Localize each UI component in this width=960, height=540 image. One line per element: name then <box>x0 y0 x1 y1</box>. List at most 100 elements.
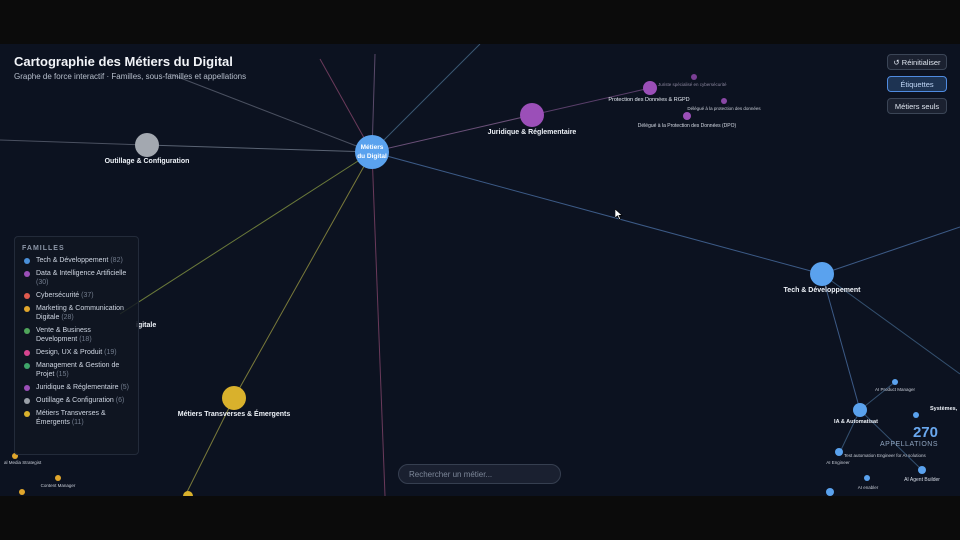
legend-item-label: Outillage & Configuration <box>36 397 114 404</box>
legend-item-label: Tech & Développement <box>36 257 109 264</box>
legend-color-dot-icon <box>24 306 30 312</box>
legend-item[interactable]: Data & Intelligence Artificielle (30) <box>22 269 131 287</box>
search-input[interactable] <box>398 464 561 484</box>
legend-item-label: Marketing & Communication Digitale <box>36 305 124 321</box>
legend-item-count: (37) <box>81 292 94 299</box>
legend-item[interactable]: Design, UX & Produit (19) <box>22 348 131 357</box>
legend-color-dot-icon <box>24 350 30 356</box>
node-dpo[interactable] <box>683 112 691 120</box>
legend-item-count: (5) <box>120 384 130 391</box>
node-transverses[interactable] <box>222 386 246 410</box>
legend-color-dot-icon <box>24 258 30 264</box>
node-tech[interactable] <box>810 262 834 286</box>
node-rgpd[interactable] <box>643 81 657 95</box>
legend-color-dot-icon <box>24 398 30 404</box>
label-ai-enabler: AI enabler <box>858 485 879 490</box>
page-title: Cartographie des Métiers du Digital <box>14 54 233 69</box>
graph-canvas[interactable]: Juriste spécialisé en cybersécurité Prot… <box>0 44 960 496</box>
legend-item-label: Juridique & Réglementaire <box>36 384 119 391</box>
legend-item-label: Management & Gestion de Projet <box>36 362 120 378</box>
header: Cartographie des Métiers du Digital Grap… <box>14 54 246 81</box>
node-marketing-small[interactable] <box>19 489 25 495</box>
link-design <box>371 151 386 496</box>
label-rgpd: Protection des Données & RGPD <box>608 97 689 103</box>
node-ai-bottom[interactable] <box>826 488 834 496</box>
legend-color-dot-icon <box>24 385 30 391</box>
link-tech-ia <box>821 273 861 411</box>
counter-value: 270 <box>912 424 938 441</box>
legend-item-label: Métiers Transverses & Émergents <box>36 410 106 426</box>
legend-item-count: (6) <box>115 397 125 404</box>
legend-item[interactable]: Marketing & Communication Digitale (28) <box>22 304 131 322</box>
link-tech <box>371 151 823 275</box>
page-subtitle: Graphe de force interactif · Familles, s… <box>14 72 247 81</box>
force-graph[interactable]: Juriste spécialisé en cybersécurité Prot… <box>0 44 960 496</box>
label-ai-agent-builder: AI Agent Builder <box>904 477 940 483</box>
label-social-media: al Media Strategist <box>4 460 42 465</box>
node-dpo-alt[interactable] <box>721 98 727 104</box>
legend-color-dot-icon <box>24 271 30 277</box>
legend-item-text: Data & Intelligence Artificielle (30) <box>36 269 131 287</box>
counter-label: APPELLATIONS <box>879 441 938 448</box>
legend-title: FAMILLES <box>22 245 65 252</box>
legend-item-label: Data & Intelligence Artificielle <box>36 270 127 277</box>
legend-item-count: (19) <box>104 349 117 356</box>
label-systems: Systèmes, <box>930 406 958 412</box>
legend-item-label: Cybersécurité <box>36 292 80 299</box>
link-top-far-left <box>169 73 373 153</box>
legend-item-text: Métiers Transverses & Émergents (11) <box>36 409 131 427</box>
label-juridique: Juridique & Réglementaire <box>488 129 577 136</box>
legend-item[interactable]: Management & Gestion de Projet (15) <box>22 361 131 379</box>
node-transverse-small[interactable] <box>183 491 193 496</box>
node-systems[interactable] <box>913 412 919 418</box>
legend-item-count: (15) <box>56 371 69 378</box>
legend-item[interactable]: Juridique & Réglementaire (5) <box>22 383 131 392</box>
label-transverses: Métiers Transverses & Émergents <box>178 409 291 418</box>
legend-item-count: (30) <box>36 279 49 286</box>
node-ai-enabler[interactable] <box>864 475 870 481</box>
node-center[interactable] <box>355 135 389 169</box>
legend-item-text: Tech & Développement (82) <box>36 256 123 265</box>
legend-item[interactable]: Vente & Business Development (18) <box>22 326 131 344</box>
label-ia-automatisation: IA & Automatisat <box>834 419 878 425</box>
legend-item-text: Juridique & Réglementaire (5) <box>36 383 129 392</box>
label-test-automation: Test automation Engineer for AI solution… <box>844 453 927 458</box>
center-label-line2: du Digital <box>357 153 387 160</box>
legend-item-text: Management & Gestion de Projet (15) <box>36 361 131 379</box>
families-legend: FAMILLES Tech & Développement (82) Data &… <box>14 236 139 455</box>
legend-item-label: Design, UX & Produit <box>36 349 103 356</box>
node-cyber-jurist[interactable] <box>691 74 697 80</box>
link-top-right <box>371 44 481 153</box>
reset-button[interactable]: ↺ Réinitialiser <box>887 54 947 70</box>
labels-toggle-button[interactable]: Étiquettes <box>887 76 947 92</box>
appellations-counter: 270 APPELLATIONS <box>880 424 938 448</box>
link-outillage <box>146 144 373 153</box>
legend-color-dot-icon <box>24 293 30 299</box>
legend-item[interactable]: Cybersécurité (37) <box>22 291 131 300</box>
node-juridique[interactable] <box>520 103 544 127</box>
label-outillage: Outillage & Configuration <box>105 158 190 165</box>
legend-color-dot-icon <box>24 328 30 334</box>
jobs-only-button[interactable]: Métiers seuls <box>887 98 947 114</box>
legend-color-dot-icon <box>24 411 30 417</box>
node-content-manager[interactable] <box>55 475 61 481</box>
node-ai-pm[interactable] <box>892 379 898 385</box>
legend-item-count: (18) <box>79 336 92 343</box>
link-marketing <box>119 151 373 315</box>
node-ai-engineer[interactable] <box>835 448 843 456</box>
legend-item[interactable]: Outillage & Configuration (6) <box>22 396 131 405</box>
label-marketing-partial: igitale <box>136 322 156 329</box>
node-outillage[interactable] <box>135 133 159 157</box>
mouse-pointer-icon <box>615 209 623 220</box>
legend-item[interactable]: Tech & Développement (82) <box>22 256 131 265</box>
link-outillage-out <box>0 139 148 146</box>
label-cyber-jurist: Juriste spécialisé en cybersécurité <box>658 82 727 87</box>
legend-item-count: (82) <box>110 257 123 264</box>
node-ai-agent-builder[interactable] <box>918 466 926 474</box>
legend-item[interactable]: Métiers Transverses & Émergents (11) <box>22 409 131 427</box>
label-dpo: Délégué à la Protection des Données (DPO… <box>638 123 737 129</box>
label-ai-pm: AI Product Manager <box>875 387 916 392</box>
node-ia-automatisation[interactable] <box>853 403 867 417</box>
label-ai-engineer: AI Engineer <box>826 460 850 465</box>
legend-item-text: Design, UX & Produit (19) <box>36 348 117 357</box>
